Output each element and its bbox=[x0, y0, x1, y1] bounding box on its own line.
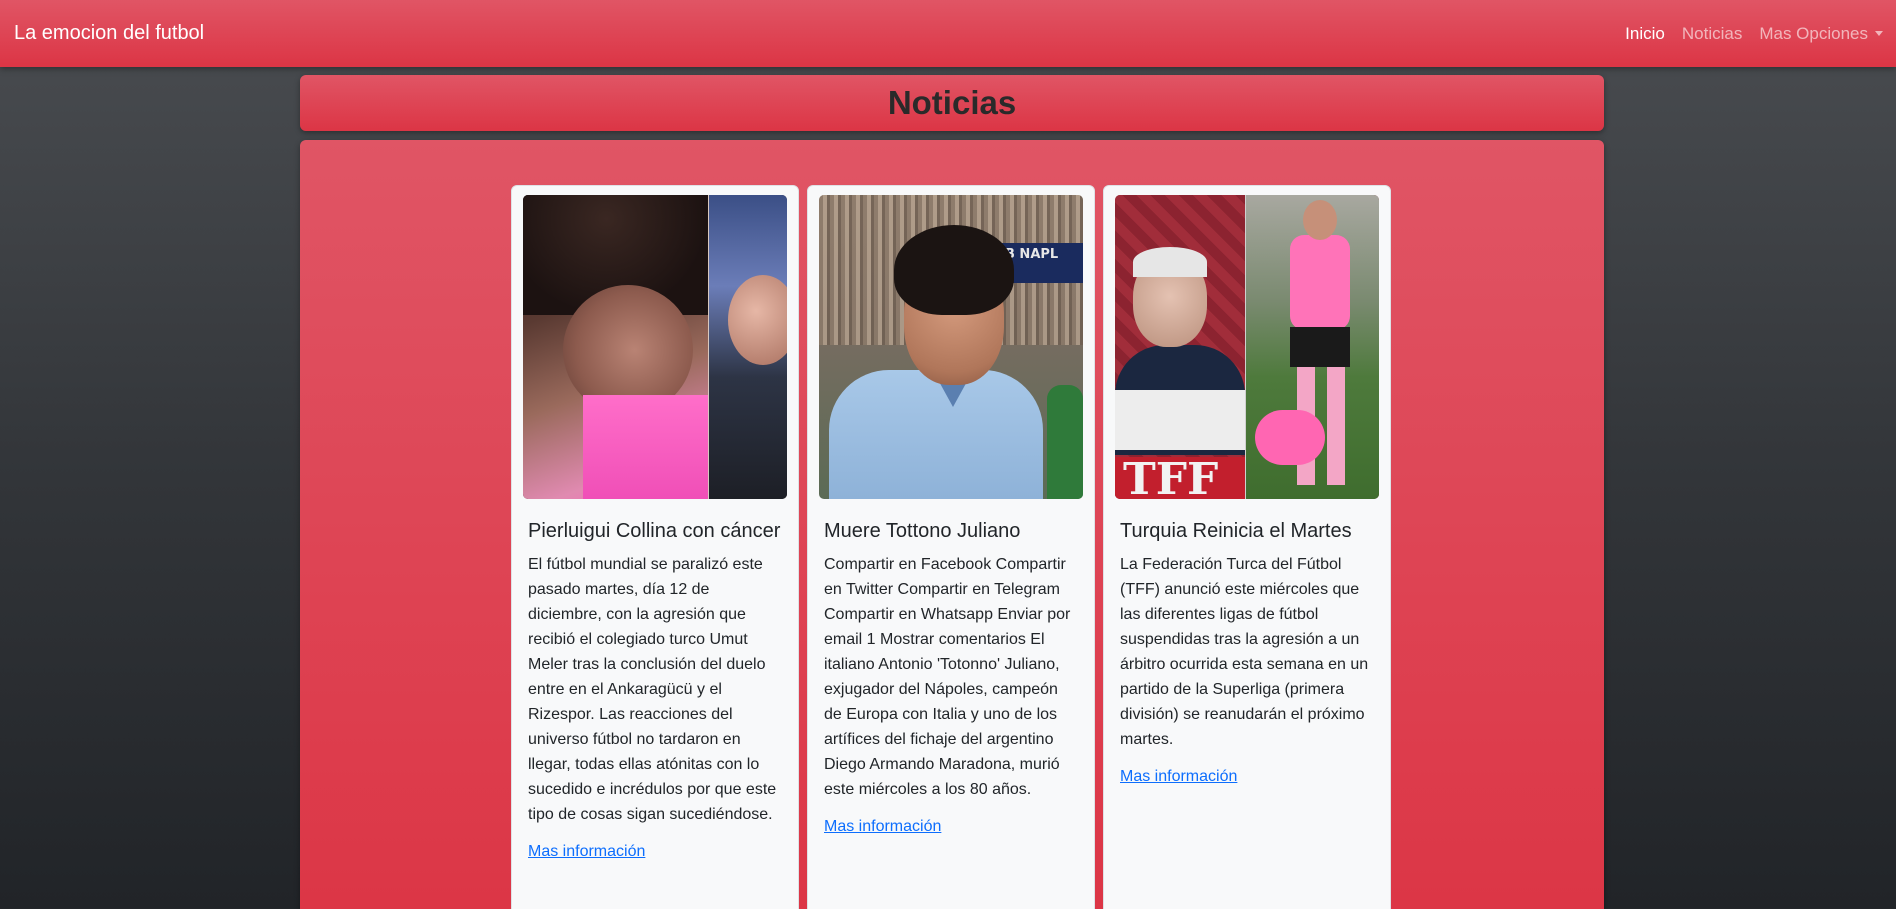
nav-links: Inicio Noticias Mas Opciones bbox=[1608, 24, 1883, 44]
card-text: Compartir en Facebook Compartir en Twitt… bbox=[824, 556, 1071, 798]
news-image-collina bbox=[523, 195, 787, 499]
card-title: Muere Tottono Juliano bbox=[824, 520, 1021, 542]
nav-link-inicio[interactable]: Inicio bbox=[1625, 24, 1665, 44]
nav-dropdown-label: Mas Opciones bbox=[1759, 23, 1868, 43]
tff-logo-text: TFF bbox=[1123, 454, 1219, 500]
caret-down-icon bbox=[1875, 30, 1883, 36]
navbar: La emocion del futbol Inicio Noticias Ma… bbox=[0, 0, 1896, 67]
card-body: Turquia Reinicia el Martes La Federación… bbox=[1115, 499, 1379, 786]
card-title: Turquia Reinicia el Martes bbox=[1120, 520, 1352, 542]
card-body: Pierluigui Collina con cáncer El fútbol … bbox=[523, 499, 787, 861]
nav-link-noticias[interactable]: Noticias bbox=[1682, 24, 1742, 44]
card-text: El fútbol mundial se paralizó este pasad… bbox=[528, 556, 777, 823]
card-body: Muere Tottono Juliano Compartir en Faceb… bbox=[819, 499, 1083, 836]
news-image-turquia: TFF bbox=[1115, 195, 1379, 499]
page-title-bar: Noticias bbox=[300, 75, 1604, 131]
image-banner-text: B NAPL bbox=[1005, 247, 1059, 262]
news-card-collina: Pierluigui Collina con cáncer El fútbol … bbox=[511, 185, 799, 909]
news-panel: Pierluigui Collina con cáncer El fútbol … bbox=[300, 140, 1604, 909]
card-title: Pierluigui Collina con cáncer bbox=[528, 520, 781, 542]
news-card-juliano: B NAPL Muere Tottono Juliano Compartir e… bbox=[807, 185, 1095, 909]
nav-dropdown-mas-opciones[interactable]: Mas Opciones bbox=[1759, 24, 1883, 44]
brand-link[interactable]: La emocion del futbol bbox=[14, 22, 204, 45]
news-card-turquia: TFF Turquia Reinicia el Martes La Federa… bbox=[1103, 185, 1391, 909]
more-info-link[interactable]: Mas información bbox=[1120, 768, 1374, 786]
more-info-link[interactable]: Mas información bbox=[528, 843, 782, 861]
page-title: Noticias bbox=[887, 84, 1017, 121]
news-image-juliano: B NAPL bbox=[819, 195, 1083, 499]
card-text: La Federación Turca del Fútbol (TFF) anu… bbox=[1120, 556, 1369, 748]
more-info-link[interactable]: Mas información bbox=[824, 818, 1078, 836]
